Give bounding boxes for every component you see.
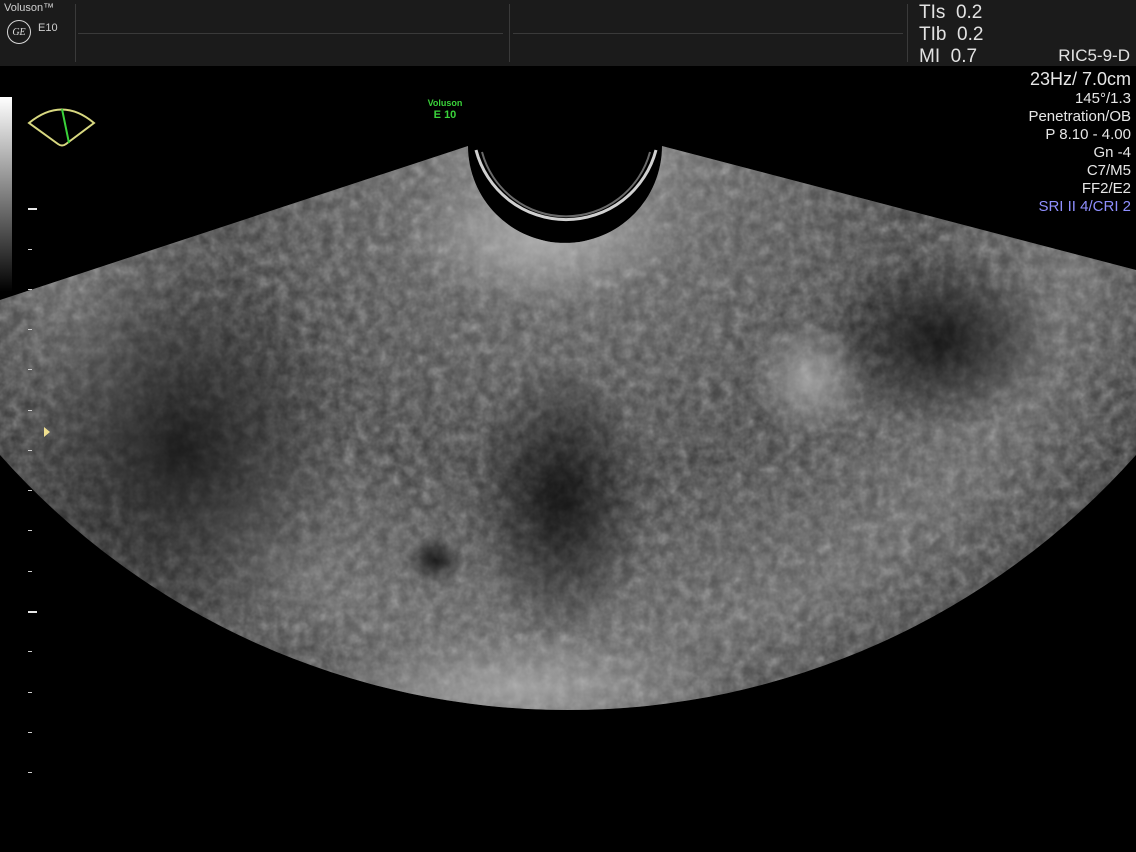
ultrasound-image — [0, 146, 1136, 711]
depth-tick — [28, 450, 32, 451]
depth-tick — [28, 369, 32, 370]
frame-rate-depth: 23Hz/ 7.0cm — [1029, 69, 1131, 89]
depth-tick — [28, 692, 32, 693]
angle-value: 145°/1.3 — [1074, 90, 1131, 107]
watermark-line2: E 10 — [433, 109, 457, 121]
depth-tick — [28, 249, 32, 250]
focus-marker-icon[interactable] — [44, 427, 50, 437]
probe-orientation-icon — [27, 108, 96, 147]
watermark-line1: Voluson — [427, 98, 463, 108]
preset-label: Penetration/OB — [1028, 108, 1131, 125]
map-value: C7/M5 — [1086, 162, 1131, 179]
depth-tick — [28, 289, 32, 290]
power-value: P 8.10 - 4.00 — [1045, 126, 1131, 143]
filter-value: FF2/E2 — [1081, 180, 1131, 197]
depth-tick — [28, 772, 32, 773]
imaging-parameters: 23Hz/ 7.0cm 145°/1.3 Penetration/OB P 8.… — [1028, 68, 1131, 216]
depth-tick — [28, 410, 32, 411]
voluson-watermark: Voluson E 10 — [420, 97, 470, 121]
depth-tick — [28, 571, 32, 572]
grayscale-bar — [0, 97, 12, 292]
depth-tick — [28, 651, 32, 652]
depth-tick — [28, 611, 37, 613]
gain-value: Gn -4 — [1093, 144, 1131, 161]
depth-tick — [28, 490, 32, 491]
depth-tick — [28, 732, 32, 733]
depth-tick — [28, 208, 37, 210]
sri-value: SRI II 4/CRI 2 — [1038, 198, 1131, 215]
depth-tick — [28, 530, 32, 531]
depth-tick — [28, 329, 32, 330]
